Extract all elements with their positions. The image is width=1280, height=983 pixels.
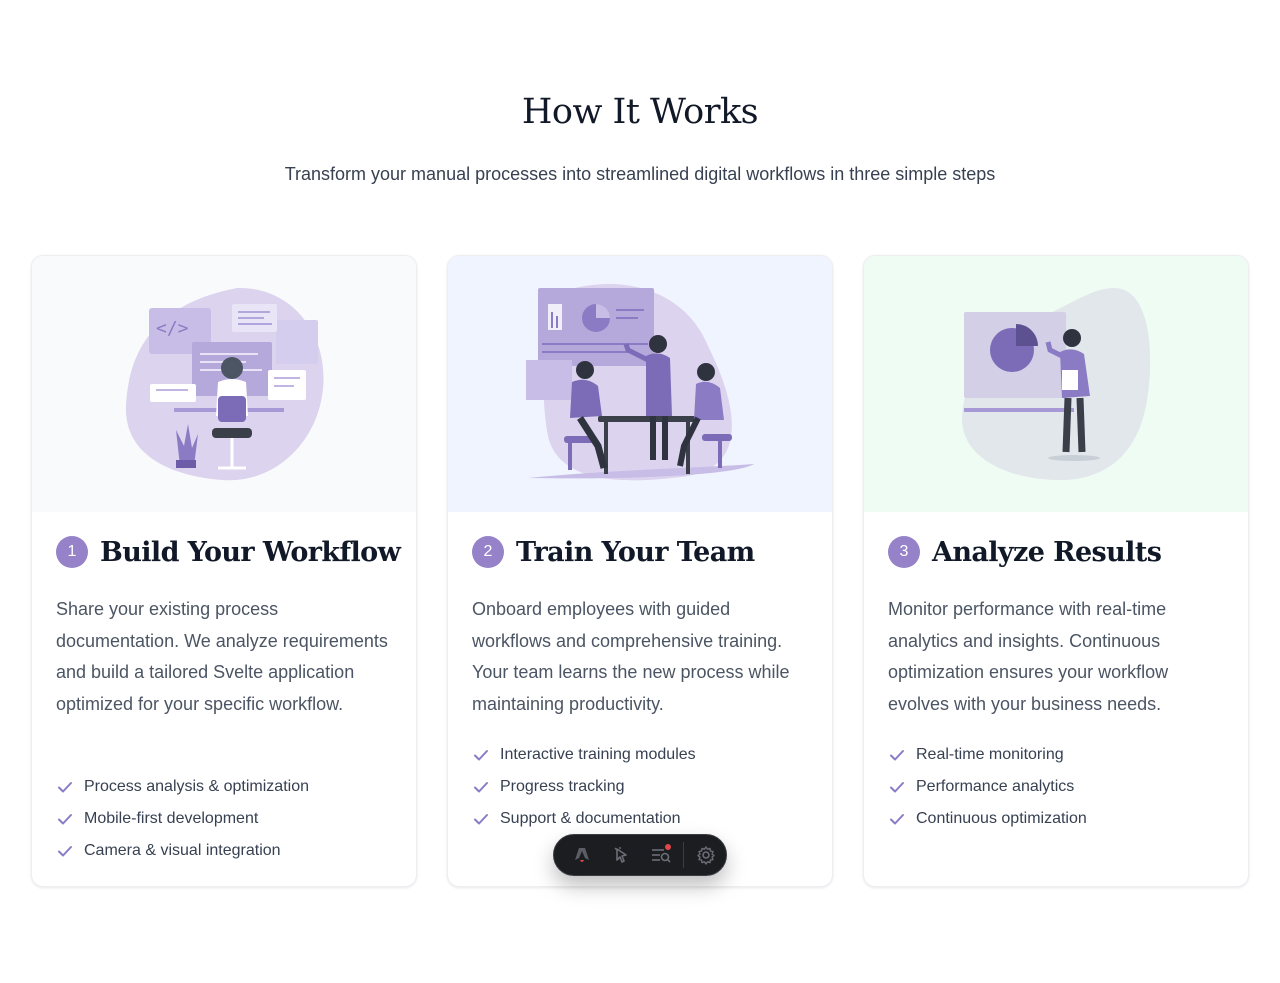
developer-coding-illustration: </> [32, 256, 416, 512]
check-icon [890, 814, 904, 825]
settings-gear-icon [697, 846, 715, 865]
step-description: Monitor performance with real-time analy… [888, 599, 1169, 714]
feature-label: Camera & visual integration [84, 842, 281, 859]
inspect-button[interactable] [602, 834, 642, 876]
feature-item: Real-time monitoring [888, 739, 1087, 771]
feature-list: Real-time monitoring Performance analyti… [888, 739, 1087, 835]
feature-item: Camera & visual integration [56, 835, 309, 867]
feature-label: Mobile-first development [84, 810, 259, 827]
feature-list: Interactive training modules Progress tr… [472, 739, 696, 835]
step-number-badge: 3 [888, 536, 920, 568]
step-number-badge: 1 [56, 536, 88, 568]
step-description: Onboard employees with guided workflows … [472, 599, 790, 714]
check-icon [58, 846, 72, 857]
check-icon [890, 782, 904, 793]
feature-item: Interactive training modules [472, 739, 696, 771]
team-meeting-illustration [448, 256, 832, 512]
dev-toolbar [553, 834, 727, 876]
step-title: Build Your Workflow [100, 536, 401, 568]
check-icon [474, 782, 488, 793]
section-title: How It Works [521, 92, 759, 132]
feature-label: Continuous optimization [916, 810, 1087, 827]
feature-label: Performance analytics [916, 778, 1075, 795]
feature-item: Mobile-first development [56, 803, 309, 835]
step-card-build: </> 1 Build Your Workflow Share your exi… [31, 255, 417, 887]
check-icon [58, 814, 72, 825]
check-icon [474, 750, 488, 761]
step-header: 1 Build Your Workflow [56, 536, 401, 568]
feature-label: Real-time monitoring [916, 746, 1064, 763]
feature-item: Process analysis & optimization [56, 771, 309, 803]
step-title: Train Your Team [516, 536, 755, 568]
astro-logo-icon [574, 848, 589, 862]
feature-label: Process analysis & optimization [84, 778, 309, 795]
inspect-cursor-icon [614, 847, 627, 863]
step-card-analyze: 3 Analyze Results Monitor performance wi… [863, 255, 1249, 887]
feature-item: Continuous optimization [888, 803, 1087, 835]
toolbar-divider [683, 842, 685, 868]
step-title: Analyze Results [932, 536, 1162, 568]
step-card-train: 2 Train Your Team Onboard employees with… [447, 255, 833, 887]
check-icon [474, 814, 488, 825]
feature-label: Support & documentation [500, 810, 681, 827]
presenter-chart-illustration [864, 256, 1248, 512]
feature-label: Progress tracking [500, 778, 625, 795]
check-icon [58, 782, 72, 793]
feature-label: Interactive training modules [500, 746, 696, 763]
feature-item: Progress tracking [472, 771, 696, 803]
step-number-badge: 2 [472, 536, 504, 568]
check-icon [890, 750, 904, 761]
step-description: Share your existing process documentatio… [56, 599, 388, 714]
section-subtitle: Transform your manual processes into str… [284, 164, 996, 184]
astro-menu-button[interactable] [562, 834, 602, 876]
step-header: 3 Analyze Results [888, 536, 1162, 568]
settings-button[interactable] [686, 834, 726, 876]
step-header: 2 Train Your Team [472, 536, 755, 568]
feature-item: Support & documentation [472, 803, 696, 835]
feature-item: Performance analytics [888, 771, 1087, 803]
feature-list: Process analysis & optimization Mobile-f… [56, 771, 309, 867]
audit-button[interactable] [642, 834, 682, 876]
svg-text:</>: </> [156, 318, 189, 339]
